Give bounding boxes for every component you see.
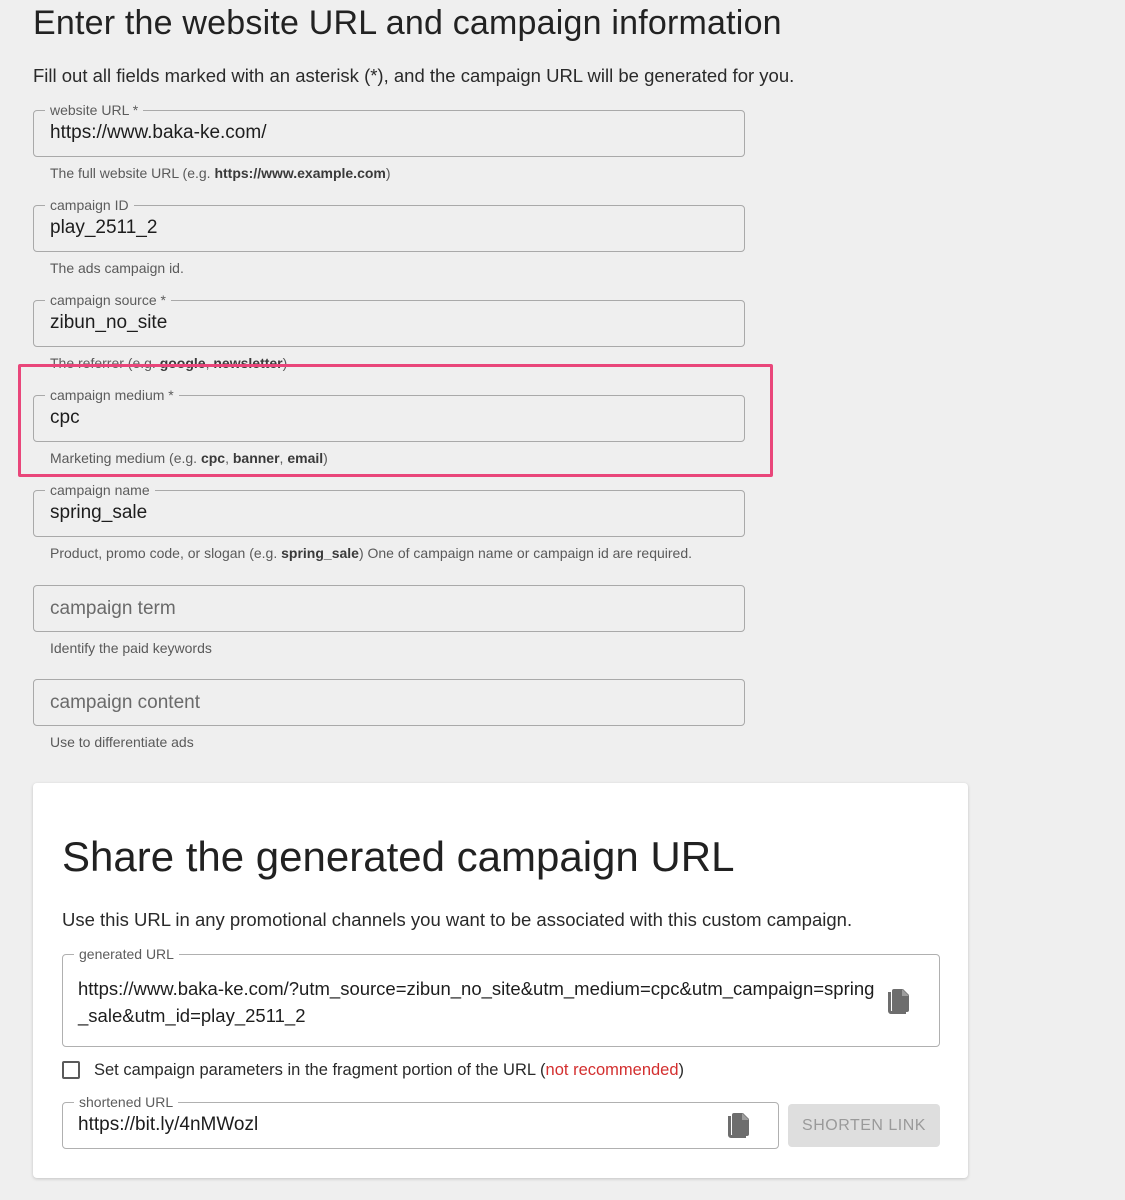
campaign-source-label: campaign source * — [45, 291, 171, 309]
campaign-content-field[interactable]: campaign content — [33, 679, 745, 726]
campaign-content-hint: Use to differentiate ads — [50, 734, 194, 750]
campaign-id-field[interactable]: campaign ID play_2511_2 — [33, 196, 745, 252]
campaign-content-placeholder[interactable]: campaign content — [50, 692, 200, 714]
share-card: Share the generated campaign URL Use thi… — [33, 783, 968, 1178]
share-title: Share the generated campaign URL — [62, 833, 735, 880]
fragment-checkbox-label[interactable]: Set campaign parameters in the fragment … — [94, 1061, 684, 1080]
campaign-name-field[interactable]: campaign name spring_sale — [33, 481, 745, 537]
content-copy-icon[interactable] — [885, 987, 911, 1017]
generated-url-value[interactable]: https://www.baka-ke.com/?utm_source=zibu… — [78, 975, 878, 1029]
fragment-option[interactable]: Set campaign parameters in the fragment … — [62, 1059, 684, 1081]
page-intro: Fill out all fields marked with an aster… — [33, 65, 795, 86]
generated-url-label: generated URL — [74, 945, 179, 963]
shortened-url-field[interactable]: shortened URL https://bit.ly/4nMWozl — [62, 1093, 779, 1149]
campaign-term-hint: Identify the paid keywords — [50, 640, 212, 656]
website-url-value[interactable]: https://www.baka-ke.com/ — [50, 122, 266, 144]
campaign-term-placeholder[interactable]: campaign term — [50, 598, 176, 620]
website-url-label: website URL * — [45, 101, 144, 119]
generated-url-field[interactable]: generated URL https://www.baka-ke.com/?u… — [62, 945, 940, 1047]
website-url-hint: The full website URL (e.g. https://www.e… — [50, 165, 391, 181]
shortened-url-label: shortened URL — [74, 1093, 179, 1111]
share-description: Use this URL in any promotional channels… — [62, 909, 853, 930]
campaign-term-field[interactable]: campaign term — [33, 585, 745, 632]
campaign-id-hint: The ads campaign id. — [50, 260, 184, 276]
page-title: Enter the website URL and campaign infor… — [33, 4, 782, 42]
not-recommended-text: not recommended — [545, 1060, 679, 1079]
campaign-name-value[interactable]: spring_sale — [50, 502, 147, 524]
campaign-id-value[interactable]: play_2511_2 — [50, 217, 157, 239]
shorten-link-button[interactable]: SHORTEN LINK — [788, 1104, 940, 1147]
fragment-checkbox[interactable] — [62, 1061, 80, 1079]
content-copy-icon[interactable] — [725, 1111, 751, 1141]
campaign-source-value[interactable]: zibun_no_site — [50, 312, 167, 334]
campaign-source-field[interactable]: campaign source * zibun_no_site — [33, 291, 745, 347]
campaign-id-label: campaign ID — [45, 196, 134, 214]
website-url-field[interactable]: website URL * https://www.baka-ke.com/ — [33, 101, 745, 157]
campaign-name-hint: Product, promo code, or slogan (e.g. spr… — [50, 545, 693, 561]
shortened-url-value[interactable]: https://bit.ly/4nMWozl — [78, 1114, 258, 1136]
highlight-box — [18, 364, 773, 477]
campaign-name-label: campaign name — [45, 481, 155, 499]
